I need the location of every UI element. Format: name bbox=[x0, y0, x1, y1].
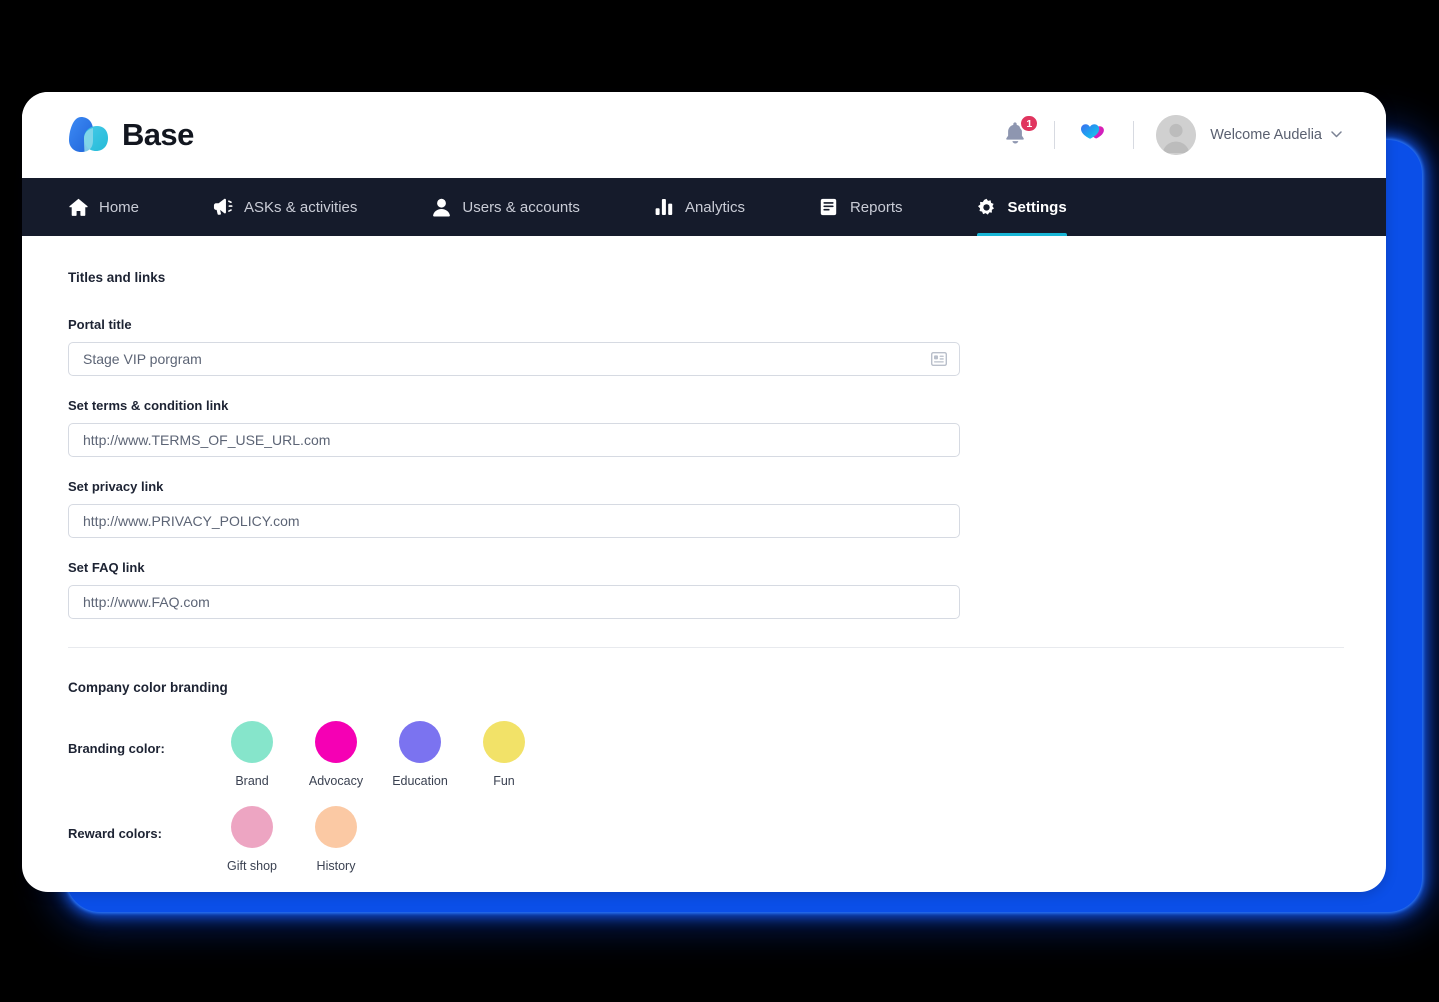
header-divider-1 bbox=[1054, 121, 1056, 149]
nav-item-asks-activities[interactable]: ASKs & activities bbox=[189, 178, 381, 236]
nav-item-label: Users & accounts bbox=[462, 198, 580, 216]
portal-title-input-wrapper[interactable] bbox=[68, 342, 960, 376]
nav-item-settings[interactable]: Settings bbox=[953, 178, 1091, 236]
nav-item-label: Reports bbox=[849, 198, 903, 216]
faq-link-input[interactable] bbox=[69, 586, 959, 618]
swatch-advocacy[interactable]: Advocacy bbox=[294, 721, 378, 788]
nav-item-label: Analytics bbox=[684, 198, 745, 216]
notifications-button[interactable]: 1 bbox=[998, 114, 1040, 152]
nav-item-reports[interactable]: Reports bbox=[795, 178, 927, 236]
section-divider bbox=[68, 647, 1344, 648]
swatch-brand[interactable]: Brand bbox=[210, 721, 294, 788]
nav-item-label: ASKs & activities bbox=[244, 198, 358, 216]
field-label: Set privacy link bbox=[68, 479, 164, 494]
color-dot[interactable] bbox=[315, 721, 357, 763]
color-dot[interactable] bbox=[483, 721, 525, 763]
field-terms-link: Set terms & condition link bbox=[68, 398, 1340, 457]
reward-swatches: Gift shop History bbox=[210, 806, 378, 873]
privacy-link-input-wrapper[interactable] bbox=[68, 504, 960, 538]
main-navigation: Home ASKs & activities Users & accounts … bbox=[22, 178, 1386, 236]
swatch-label: Brand bbox=[235, 774, 269, 788]
person-icon bbox=[431, 197, 451, 217]
brand-name: Base bbox=[122, 117, 194, 152]
swatch-gift-shop[interactable]: Gift shop bbox=[210, 806, 294, 873]
branding-color-label: Branding color: bbox=[68, 741, 165, 756]
app-window: Base 1 Welcome Audelia Home ASKs & activ… bbox=[22, 92, 1386, 892]
portal-title-input[interactable] bbox=[69, 343, 959, 375]
notification-count-badge: 1 bbox=[1019, 114, 1040, 133]
swatch-label: Education bbox=[392, 774, 448, 788]
terms-link-input[interactable] bbox=[69, 424, 959, 456]
screenshot-stage: Base 1 Welcome Audelia Home ASKs & activ… bbox=[0, 0, 1439, 1002]
swatch-label: Gift shop bbox=[226, 859, 278, 873]
titles-and-links-heading: Titles and links bbox=[68, 270, 166, 285]
swatch-education[interactable]: Education bbox=[378, 721, 462, 788]
branding-color-row: Branding color: Brand Advocacy Education bbox=[68, 721, 1340, 788]
nav-item-label: Settings bbox=[1007, 198, 1067, 216]
field-label: Portal title bbox=[68, 317, 132, 332]
swatch-fun[interactable]: Fun bbox=[462, 721, 546, 788]
base-droplets-logo-icon bbox=[68, 115, 110, 155]
swatch-history[interactable]: History bbox=[294, 806, 378, 873]
header-divider-2 bbox=[1133, 121, 1135, 149]
app-header: Base 1 Welcome Audelia bbox=[22, 92, 1386, 178]
welcome-label: Welcome Audelia bbox=[1210, 127, 1322, 143]
terms-link-input-wrapper[interactable] bbox=[68, 423, 960, 457]
field-label: Set FAQ link bbox=[68, 560, 145, 575]
color-dot[interactable] bbox=[231, 806, 273, 848]
settings-content: Titles and links Portal title Stage VIP … bbox=[22, 236, 1386, 873]
swatch-label: Fun bbox=[493, 774, 515, 788]
branding-swatches: Brand Advocacy Education Fun bbox=[210, 721, 546, 788]
field-privacy-link: Set privacy link bbox=[68, 479, 1340, 538]
nav-item-label: Home bbox=[99, 198, 140, 216]
reward-colors-row: Reward colors: Gift shop History bbox=[68, 806, 1340, 873]
chevron-down-icon[interactable] bbox=[1331, 130, 1342, 141]
bar-chart-icon bbox=[654, 197, 674, 217]
document-icon bbox=[819, 197, 839, 217]
avatar bbox=[1156, 115, 1197, 155]
nav-item-users-accounts[interactable]: Users & accounts bbox=[407, 178, 604, 236]
nav-item-home[interactable]: Home bbox=[68, 178, 163, 236]
color-dot[interactable] bbox=[315, 806, 357, 848]
id-card-icon[interactable] bbox=[931, 352, 947, 366]
gear-icon bbox=[977, 197, 997, 217]
swatch-label: Advocacy bbox=[308, 774, 364, 788]
color-dot[interactable] bbox=[231, 721, 273, 763]
color-dot[interactable] bbox=[399, 721, 441, 763]
swatch-label: History bbox=[316, 859, 356, 873]
home-icon bbox=[68, 197, 88, 217]
field-portal-title: Portal title bbox=[68, 317, 1340, 376]
field-faq-link: Set FAQ link bbox=[68, 560, 1340, 619]
user-menu[interactable]: Welcome Audelia bbox=[1156, 115, 1342, 155]
brand-logo[interactable]: Base bbox=[68, 115, 194, 155]
header-actions: 1 Welcome Audelia bbox=[998, 92, 1342, 178]
two-hearts-icon bbox=[1077, 119, 1111, 152]
nav-item-analytics[interactable]: Analytics bbox=[630, 178, 769, 236]
faq-link-input-wrapper[interactable] bbox=[68, 585, 960, 619]
field-label: Set terms & condition link bbox=[68, 398, 229, 413]
hearts-button[interactable] bbox=[1077, 120, 1111, 150]
company-color-branding-heading: Company color branding bbox=[68, 680, 228, 695]
privacy-link-input[interactable] bbox=[69, 505, 959, 537]
megaphone-icon bbox=[213, 197, 233, 217]
reward-colors-label: Reward colors: bbox=[68, 826, 162, 841]
